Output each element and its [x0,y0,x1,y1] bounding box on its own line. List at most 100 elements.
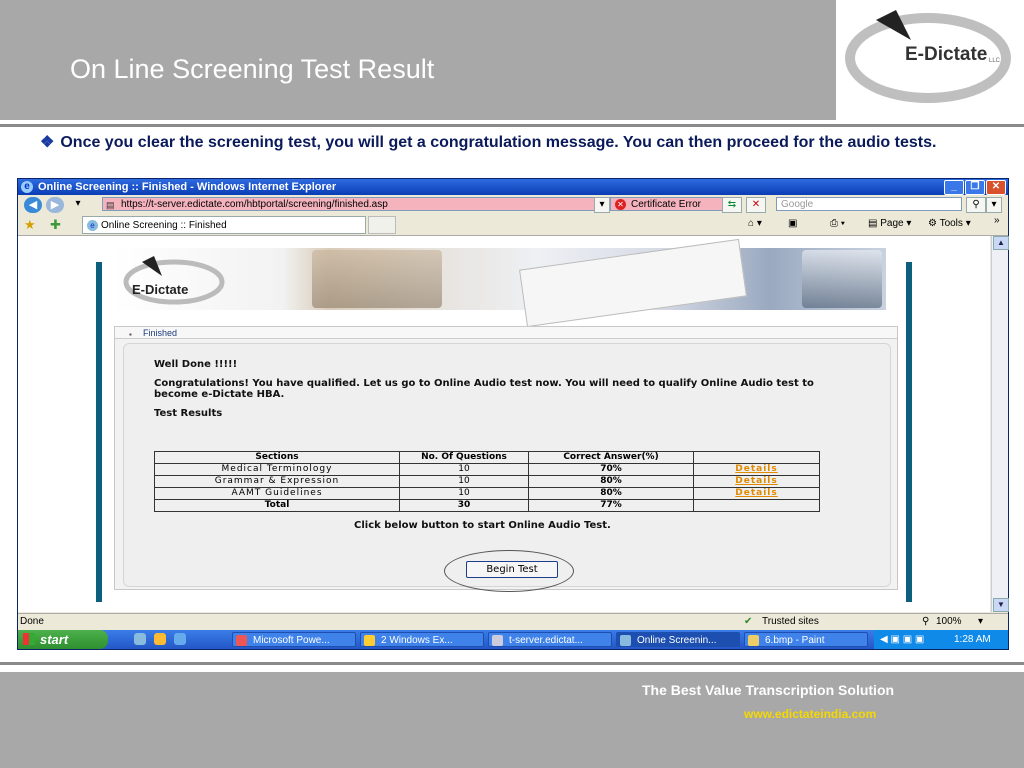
ie-window: e Online Screening :: Finished - Windows… [17,178,1009,650]
trusted-check-icon: ✔ [744,616,753,627]
maximize-button[interactable]: ❐ [965,180,985,195]
ie-logo-icon: e [21,181,33,193]
row-questions: 10 [399,487,529,500]
tab-row: ★ ✚ e Online Screening :: Finished ⌂ ▾ ▣… [18,215,1008,236]
home-icon[interactable]: ⌂ ▾ [748,218,762,229]
new-tab-button[interactable] [368,216,396,234]
taskbar-item-label: Microsoft Powe... [253,635,330,646]
page-icon: ▤ [106,200,115,210]
ie-icon [620,635,631,646]
page-frame-left [96,262,102,602]
start-button[interactable]: start [18,630,108,649]
feeds-icon[interactable]: ▣ [788,218,797,229]
window-titlebar[interactable]: e Online Screening :: Finished - Windows… [18,179,1008,195]
taskbar-item-paint[interactable]: 6.bmp - Paint [744,632,868,647]
banner-photo-man [802,250,882,308]
details-link[interactable]: Details [735,488,777,498]
page-frame-right [906,262,912,602]
window-title: Online Screening :: Finished - Windows I… [38,181,337,193]
row-details-cell: Details [693,463,820,476]
taskbar-item-label: Online Screenin... [637,635,717,646]
zoom-icon: ⚲ [922,616,930,627]
total-questions: 30 [399,499,529,512]
close-button[interactable]: ✕ [986,180,1006,195]
site-banner: E-Dictate [112,238,886,328]
taskbar-item-online-screening[interactable]: Online Screenin... [616,632,740,647]
quicklaunch-outlook-icon[interactable] [154,633,166,645]
table-row: Grammar & Expression 10 80% Details [154,475,820,488]
scroll-down-icon[interactable]: ▼ [993,598,1009,612]
taskbar-item-tserver[interactable]: t-server.edictat... [488,632,612,647]
bullet-diamond-icon: ❖ [40,134,55,151]
details-link[interactable]: Details [735,476,777,486]
total-blank [693,499,820,512]
address-bar-row: ◀ ▶ ▾ ▤ https://t-server.edictate.com/hb… [18,196,1008,214]
results-table: Sections No. Of Questions Correct Answer… [154,451,820,512]
tools-menu[interactable]: ⚙ Tools ▾ [928,218,971,229]
congratulations-text: Congratulations! You have qualified. Let… [154,378,814,400]
details-link[interactable]: Details [735,464,777,474]
history-dropdown-icon[interactable]: ▾ [68,197,88,211]
scroll-up-icon[interactable]: ▲ [993,236,1009,250]
remote-desktop-icon [492,635,503,646]
banner-photo-woman [312,250,442,308]
search-options-icon[interactable]: ▾ [986,197,1002,213]
tray-icons[interactable]: ◀ ▣ ▣ ▣ [880,630,924,649]
status-text: Done [20,616,44,627]
forward-button[interactable]: ▶ [46,197,64,213]
banner-document-graphic [519,238,747,328]
back-button[interactable]: ◀ [24,197,42,213]
taskbar-item-powerpoint[interactable]: Microsoft Powe... [232,632,356,647]
stop-icon[interactable]: ✕ [746,197,766,213]
page-content: E-Dictate ▪ Finished Well Done !!!!! Con… [18,236,990,612]
header-sections: Sections [154,451,400,464]
table-row: Medical Terminology 10 70% Details [154,463,820,476]
clock: 1:28 AM [954,634,991,645]
click-below-text: Click below button to start Online Audio… [354,520,611,531]
footer-rule [0,662,1024,665]
slide-header: On Line Screening Test Result [0,0,836,120]
search-icon[interactable]: ⚲ [966,197,986,213]
bullet-text: Once you clear the screening test, you w… [60,134,937,151]
result-box: Well Done !!!!! Congratulations! You hav… [123,343,891,592]
chevron-more-icon[interactable]: » [994,215,1000,226]
taskbar-item-explorer[interactable]: 2 Windows Ex... [360,632,484,647]
start-label: start [40,632,69,647]
refresh-icon[interactable]: ⇆ [722,197,742,213]
print-icon[interactable]: ⎙ ▾ [830,218,845,229]
row-details-cell: Details [693,475,820,488]
address-input[interactable]: ▤ https://t-server.edictate.com/hbtporta… [102,197,608,211]
search-input[interactable]: Google [776,197,962,211]
begin-test-button[interactable]: Begin Test [466,561,558,578]
address-dropdown-icon[interactable]: ▾ [594,197,610,213]
panel-header-title: Finished [143,328,178,338]
add-favorites-icon[interactable]: ✚ [50,217,61,233]
quicklaunch-ie-icon[interactable] [134,633,146,645]
finished-panel: ▪ Finished Well Done !!!!! Congratulatio… [114,326,898,592]
taskbar-item-label: t-server.edictat... [509,635,583,646]
row-section: Medical Terminology [154,463,400,476]
footer-tagline: The Best Value Transcription Solution [642,682,895,698]
row-section: Grammar & Expression [154,475,400,488]
footer-url[interactable]: www.edictateindia.com [744,707,876,721]
vertical-scrollbar[interactable]: ▲ ▼ [991,236,1009,612]
row-section: AAMT Guidelines [154,487,400,500]
header-blank [693,451,820,464]
zoom-dropdown-icon[interactable]: ▾ [978,614,983,630]
minimize-button[interactable]: _ [944,180,964,195]
tab-online-screening[interactable]: e Online Screening :: Finished [82,216,366,234]
quicklaunch-desktop-icon[interactable] [174,633,186,645]
favorites-star-icon[interactable]: ★ [24,217,36,233]
paint-icon [748,635,759,646]
well-done-text: Well Done !!!!! [154,359,238,370]
page-menu-label: Page [880,218,904,229]
certificate-error-button[interactable]: ✕ Certificate Error [610,197,734,211]
logo-llc: LLC [989,58,1001,64]
taskbar-item-label: 2 Windows Ex... [381,635,453,646]
page-menu[interactable]: ▤ Page ▾ [868,218,911,229]
edictate-logo: E-Dictate LLC [836,0,1024,120]
status-bar: Done ✔ Trusted sites ⚲ 100% ▾ [18,613,1008,630]
address-text: https://t-server.edictate.com/hbtportal/… [121,199,388,210]
zoom-level[interactable]: 100% [936,614,962,630]
table-total-row: Total 30 77% [154,499,820,512]
